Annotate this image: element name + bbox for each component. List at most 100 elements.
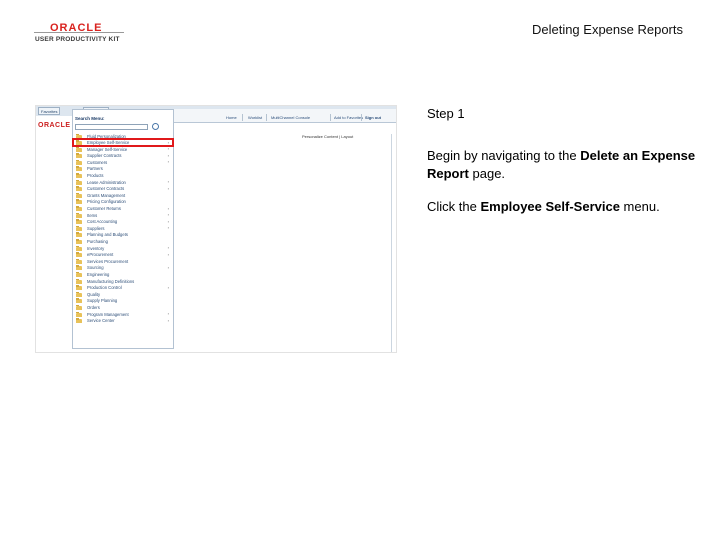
menu-item-label: Service Center xyxy=(87,318,115,324)
menu-item[interactable]: Customer Returns › xyxy=(73,206,173,213)
nav-separator xyxy=(330,114,331,121)
folder-icon xyxy=(76,186,82,192)
menu-name-emphasis: Employee Self-Service xyxy=(480,199,620,214)
menu-item[interactable]: Customers › xyxy=(73,159,173,166)
highlight-box-employee-self-service xyxy=(72,138,174,147)
menu-item[interactable]: Pricing Configuration xyxy=(73,199,173,206)
menu-item[interactable]: Cost Accounting › xyxy=(73,219,173,226)
menu-item[interactable]: Engineering xyxy=(73,271,173,278)
submenu-arrow-icon: › xyxy=(167,212,169,218)
menu-item[interactable]: Orders xyxy=(73,304,173,311)
menu-item-label: Grants Management xyxy=(87,192,126,198)
submenu-arrow-icon: › xyxy=(167,311,169,317)
menu-item[interactable]: Quality xyxy=(73,291,173,298)
nav-link-worklist[interactable]: Worklist xyxy=(248,115,262,120)
menu-search-input[interactable] xyxy=(75,124,148,130)
menu-item-label: Engineering xyxy=(87,271,110,277)
folder-icon xyxy=(76,225,82,231)
menu-item-label: Lease Administration xyxy=(87,179,126,185)
personalize-links[interactable]: Personalize Content | Layout xyxy=(302,134,353,139)
menu-item[interactable]: Manager Self-Service › xyxy=(73,146,173,153)
folder-icon xyxy=(76,271,82,277)
search-go-icon[interactable] xyxy=(152,123,159,130)
menu-item[interactable]: Supply Planning xyxy=(73,298,173,305)
menu-item-label: Purchasing xyxy=(87,239,108,244)
folder-icon xyxy=(76,146,82,152)
menu-item-label: Inventory xyxy=(87,245,105,251)
nav-separator xyxy=(361,114,362,121)
menu-item-label: eProcurement xyxy=(87,252,114,258)
folder-icon xyxy=(76,166,82,172)
submenu-arrow-icon: › xyxy=(167,179,169,185)
menu-item-label: Planning and Budgets xyxy=(87,232,128,238)
menu-item[interactable]: Manufacturing Definitions xyxy=(73,278,173,285)
folder-icon xyxy=(76,278,82,284)
submenu-arrow-icon: › xyxy=(167,284,169,290)
submenu-arrow-icon: › xyxy=(167,218,169,224)
folder-icon xyxy=(76,199,82,205)
menu-item-label: Supply Planning xyxy=(87,298,118,304)
folder-icon xyxy=(76,285,82,291)
instruction-text: Begin by navigating to the xyxy=(427,148,581,163)
folder-icon xyxy=(76,318,82,324)
menu-item-label: Services Procurement xyxy=(87,258,129,264)
folder-icon xyxy=(76,265,82,271)
folder-icon xyxy=(76,212,82,218)
folder-icon xyxy=(76,258,82,264)
menu-item[interactable]: Items › xyxy=(73,212,173,219)
nav-separator xyxy=(242,114,243,121)
submenu-arrow-icon: › xyxy=(167,185,169,191)
menu-item-label: Manufacturing Definitions xyxy=(87,278,135,284)
menu-item[interactable]: Program Management › xyxy=(73,311,173,318)
search-menu-title: Search Menu: xyxy=(75,116,105,121)
folder-icon xyxy=(76,192,82,198)
submenu-arrow-icon: › xyxy=(167,159,169,165)
step-label: Step 1 xyxy=(427,106,465,121)
menu-item-label: Supplier Contracts xyxy=(87,153,122,159)
menu-item-label: Program Management xyxy=(87,311,129,317)
menu-item[interactable]: Customer Contracts › xyxy=(73,186,173,193)
menu-item-label: Cost Accounting xyxy=(87,219,118,225)
nav-separator xyxy=(266,114,267,121)
submenu-arrow-icon: › xyxy=(167,251,169,257)
menu-item[interactable]: Planning and Budgets xyxy=(73,232,173,239)
menu-item[interactable]: Suppliers › xyxy=(73,225,173,232)
submenu-arrow-icon: › xyxy=(167,205,169,211)
menu-item[interactable]: Supplier Contracts › xyxy=(73,153,173,160)
menu-item-label: Suppliers xyxy=(87,225,105,231)
menu-item-label: Customer Returns xyxy=(87,206,121,212)
nav-link-sign-out[interactable]: Sign out xyxy=(365,115,381,120)
folder-icon xyxy=(76,179,82,185)
menu-item[interactable]: eProcurement › xyxy=(73,252,173,259)
menu-item-label: Manager Self-Service xyxy=(87,146,128,152)
logo-divider xyxy=(34,32,124,33)
nav-link-multichannel[interactable]: MultiChannel Console xyxy=(271,115,310,120)
instruction-paragraph-2: Click the Employee Self-Service menu. xyxy=(427,198,697,216)
menu-item[interactable]: Grants Management xyxy=(73,192,173,199)
menu-list: Fluid Personalization Employee Self-Servi… xyxy=(73,133,173,324)
menu-item[interactable]: Service Center › xyxy=(73,318,173,325)
menu-item[interactable]: Partners xyxy=(73,166,173,173)
folder-icon xyxy=(76,173,82,179)
menu-item[interactable]: Sourcing › xyxy=(73,265,173,272)
nav-link-home[interactable]: Home xyxy=(226,115,237,120)
submenu-arrow-icon: › xyxy=(167,264,169,270)
menu-item[interactable]: Lease Administration › xyxy=(73,179,173,186)
nav-link-add-favorites[interactable]: Add to Favorites xyxy=(334,115,363,120)
menu-item[interactable]: Inventory › xyxy=(73,245,173,252)
application-screenshot: Favorites Main Menu Home Worklist MultiC… xyxy=(35,105,397,353)
instruction-text: page. xyxy=(468,166,506,181)
document-title: Deleting Expense Reports xyxy=(531,22,683,37)
folder-icon xyxy=(76,153,82,159)
menu-item[interactable]: Services Procurement xyxy=(73,258,173,265)
submenu-arrow-icon: › xyxy=(167,245,169,251)
instruction-paragraph-1: Begin by navigating to the Delete an Exp… xyxy=(427,147,697,183)
menu-item[interactable]: Production Control › xyxy=(73,285,173,292)
menu-item[interactable]: Purchasing xyxy=(73,239,173,246)
folder-icon xyxy=(76,304,82,310)
folder-icon xyxy=(76,239,82,244)
menu-item-label: Orders xyxy=(87,304,100,310)
menu-item-label: Customers xyxy=(87,159,108,165)
menu-item[interactable]: Products xyxy=(73,173,173,180)
tab-favorites[interactable]: Favorites xyxy=(38,107,61,115)
